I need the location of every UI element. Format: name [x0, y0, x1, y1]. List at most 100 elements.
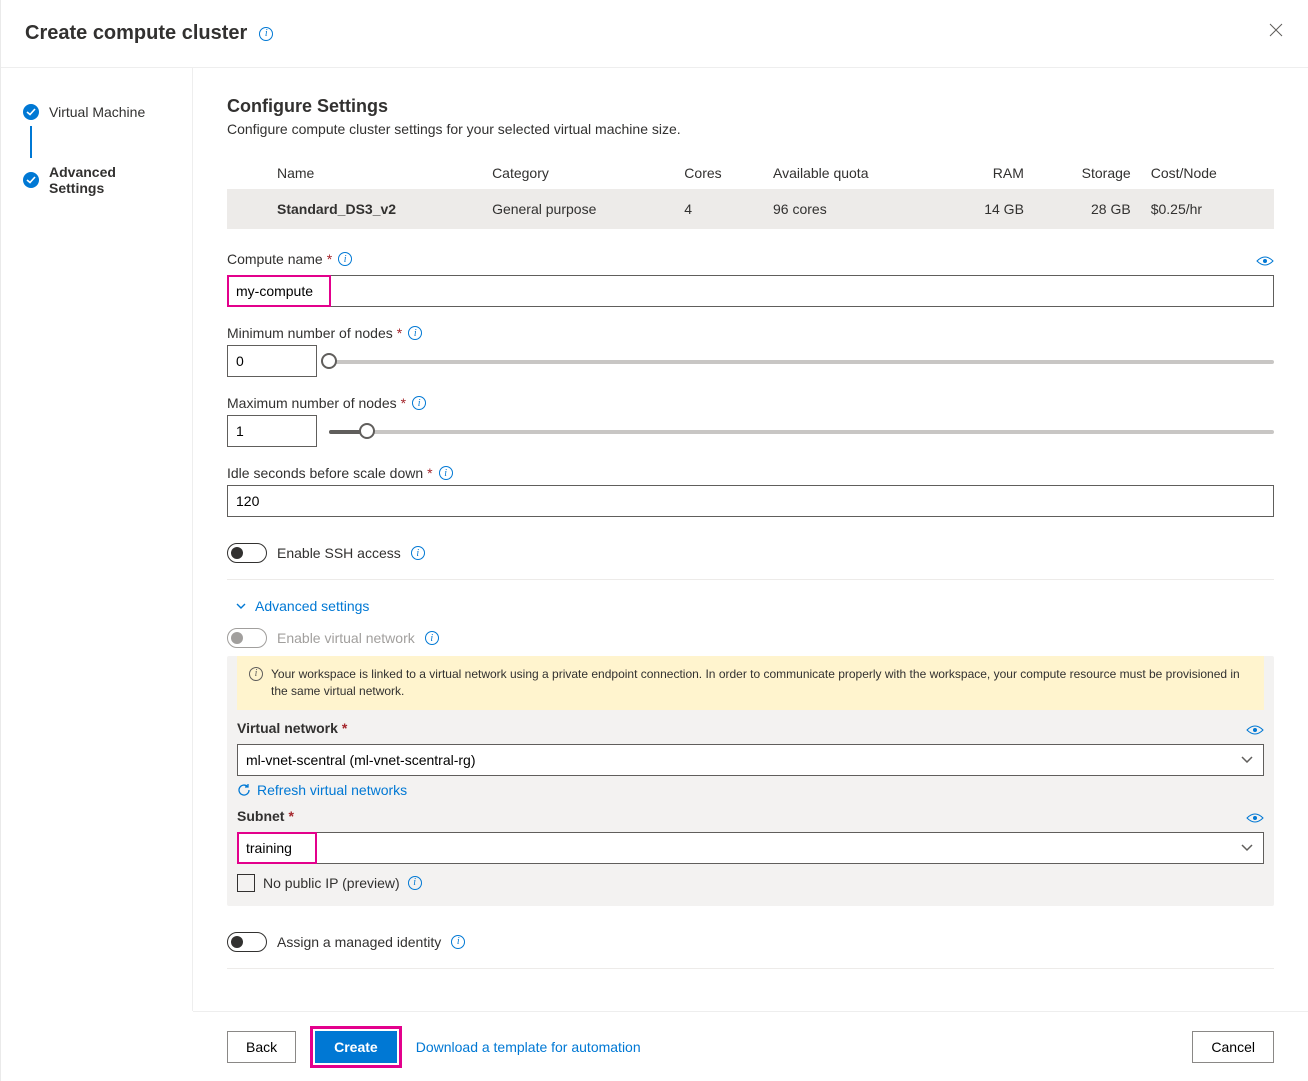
max-nodes-slider[interactable] [329, 419, 1274, 443]
subnet-label: Subnet [237, 808, 284, 824]
col-cost: Cost/Node [1141, 157, 1274, 189]
col-cores: Cores [674, 157, 763, 189]
close-icon[interactable] [1268, 22, 1284, 38]
check-icon [23, 104, 39, 120]
preview-icon[interactable] [1246, 812, 1264, 824]
ssh-toggle-label: Enable SSH access [277, 545, 401, 561]
highlight-annotation: Create [310, 1026, 402, 1068]
slider-handle[interactable] [359, 423, 375, 439]
advanced-expander-label: Advanced settings [255, 598, 369, 614]
header-info-icon[interactable]: i [259, 27, 273, 41]
max-nodes-label: Maximum number of nodes [227, 395, 397, 411]
compute-name-field: Compute name * i [227, 251, 1274, 307]
panel-header: Create compute cluster i [1, 0, 1308, 68]
panel-footer: Back Create Download a template for auto… [193, 1011, 1308, 1081]
chevron-down-icon [235, 600, 247, 612]
divider [227, 579, 1274, 580]
ssh-toggle-row: Enable SSH access i [227, 535, 1274, 571]
required-icon: * [327, 251, 332, 267]
step-label: Advanced Settings [49, 164, 170, 196]
vnet-toggle-label: Enable virtual network [277, 630, 415, 646]
max-nodes-input[interactable] [227, 415, 317, 447]
step-virtual-machine[interactable]: Virtual Machine [1, 98, 192, 126]
vm-name: Standard_DS3_v2 [267, 189, 482, 229]
required-icon: * [427, 465, 432, 481]
info-icon[interactable]: i [408, 326, 422, 340]
vm-cost: $0.25/hr [1141, 189, 1274, 229]
managed-identity-toggle[interactable] [227, 932, 267, 952]
highlight-annotation [227, 275, 1274, 307]
download-template-link[interactable]: Download a template for automation [416, 1031, 641, 1063]
required-icon: * [397, 325, 402, 341]
info-icon[interactable]: i [411, 546, 425, 560]
no-public-ip-row: No public IP (preview) i [237, 874, 1264, 892]
vm-cores: 4 [674, 189, 763, 229]
highlight-annotation: training [237, 832, 1264, 864]
vm-category: General purpose [482, 189, 674, 229]
virtual-network-field: Virtual network * ml-vnet-scentral (ml-v… [237, 720, 1264, 798]
idle-seconds-label: Idle seconds before scale down [227, 465, 423, 481]
create-button[interactable]: Create [315, 1031, 397, 1063]
managed-identity-label: Assign a managed identity [277, 934, 441, 950]
section-title: Configure Settings [227, 96, 1274, 117]
wizard-steps-sidebar: Virtual Machine Advanced Settings [1, 68, 193, 1011]
vm-storage: 28 GB [1034, 189, 1141, 229]
col-storage: Storage [1034, 157, 1141, 189]
vm-quota: 96 cores [763, 189, 942, 229]
step-advanced-settings[interactable]: Advanced Settings [1, 158, 192, 202]
min-nodes-field: Minimum number of nodes * i [227, 325, 1274, 377]
divider [227, 968, 1274, 969]
no-public-ip-label: No public IP (preview) [263, 875, 400, 891]
col-category: Category [482, 157, 674, 189]
min-nodes-label: Minimum number of nodes [227, 325, 393, 341]
refresh-vnets-link[interactable]: Refresh virtual networks [237, 782, 1264, 798]
create-compute-panel: Create compute cluster i Virtual Machine… [0, 0, 1308, 1081]
idle-seconds-input[interactable] [227, 485, 1274, 517]
step-connector [30, 126, 32, 158]
refresh-label: Refresh virtual networks [257, 782, 407, 798]
min-nodes-slider[interactable] [329, 349, 1274, 373]
required-icon: * [342, 720, 347, 736]
vnet-label: Virtual network [237, 720, 338, 736]
step-label: Virtual Machine [49, 104, 145, 120]
vnet-toggle-row: Enable virtual network i [227, 628, 1274, 656]
vnet-info-banner: i Your workspace is linked to a virtual … [237, 656, 1264, 710]
info-icon[interactable]: i [425, 631, 439, 645]
idle-seconds-field: Idle seconds before scale down * i [227, 465, 1274, 517]
required-icon: * [401, 395, 406, 411]
back-button[interactable]: Back [227, 1031, 296, 1063]
panel-title: Create compute cluster [25, 22, 247, 45]
col-quota: Available quota [763, 157, 942, 189]
advanced-settings-expander[interactable]: Advanced settings [227, 594, 1274, 628]
info-icon[interactable]: i [412, 396, 426, 410]
main-content: Configure Settings Configure compute clu… [193, 68, 1308, 1011]
compute-name-input[interactable] [227, 275, 1274, 307]
info-icon: i [249, 667, 263, 681]
preview-icon[interactable] [1256, 255, 1274, 267]
subnet-field: Subnet * training [237, 808, 1264, 864]
info-icon[interactable]: i [451, 935, 465, 949]
ssh-toggle[interactable] [227, 543, 267, 563]
refresh-icon [237, 783, 251, 797]
subnet-dropdown[interactable]: training [237, 832, 1264, 864]
slider-handle[interactable] [321, 353, 337, 369]
check-icon [23, 172, 39, 188]
col-ram: RAM [942, 157, 1034, 189]
max-nodes-field: Maximum number of nodes * i [227, 395, 1274, 447]
managed-identity-row: Assign a managed identity i [227, 924, 1274, 960]
section-subtitle: Configure compute cluster settings for y… [227, 121, 1274, 137]
virtual-network-dropdown[interactable]: ml-vnet-scentral (ml-vnet-scentral-rg) [237, 744, 1264, 776]
no-public-ip-checkbox[interactable] [237, 874, 255, 892]
info-icon[interactable]: i [439, 466, 453, 480]
vm-ram: 14 GB [942, 189, 1034, 229]
cancel-button[interactable]: Cancel [1192, 1031, 1274, 1063]
preview-icon[interactable] [1246, 724, 1264, 736]
info-icon[interactable]: i [338, 252, 352, 266]
required-icon: * [288, 808, 293, 824]
min-nodes-input[interactable] [227, 345, 317, 377]
vnet-toggle [227, 628, 267, 648]
vnet-settings-box: i Your workspace is linked to a virtual … [227, 656, 1274, 906]
vm-summary-table: Name Category Cores Available quota RAM … [227, 157, 1274, 229]
info-icon[interactable]: i [408, 876, 422, 890]
vnet-banner-text: Your workspace is linked to a virtual ne… [271, 666, 1252, 700]
